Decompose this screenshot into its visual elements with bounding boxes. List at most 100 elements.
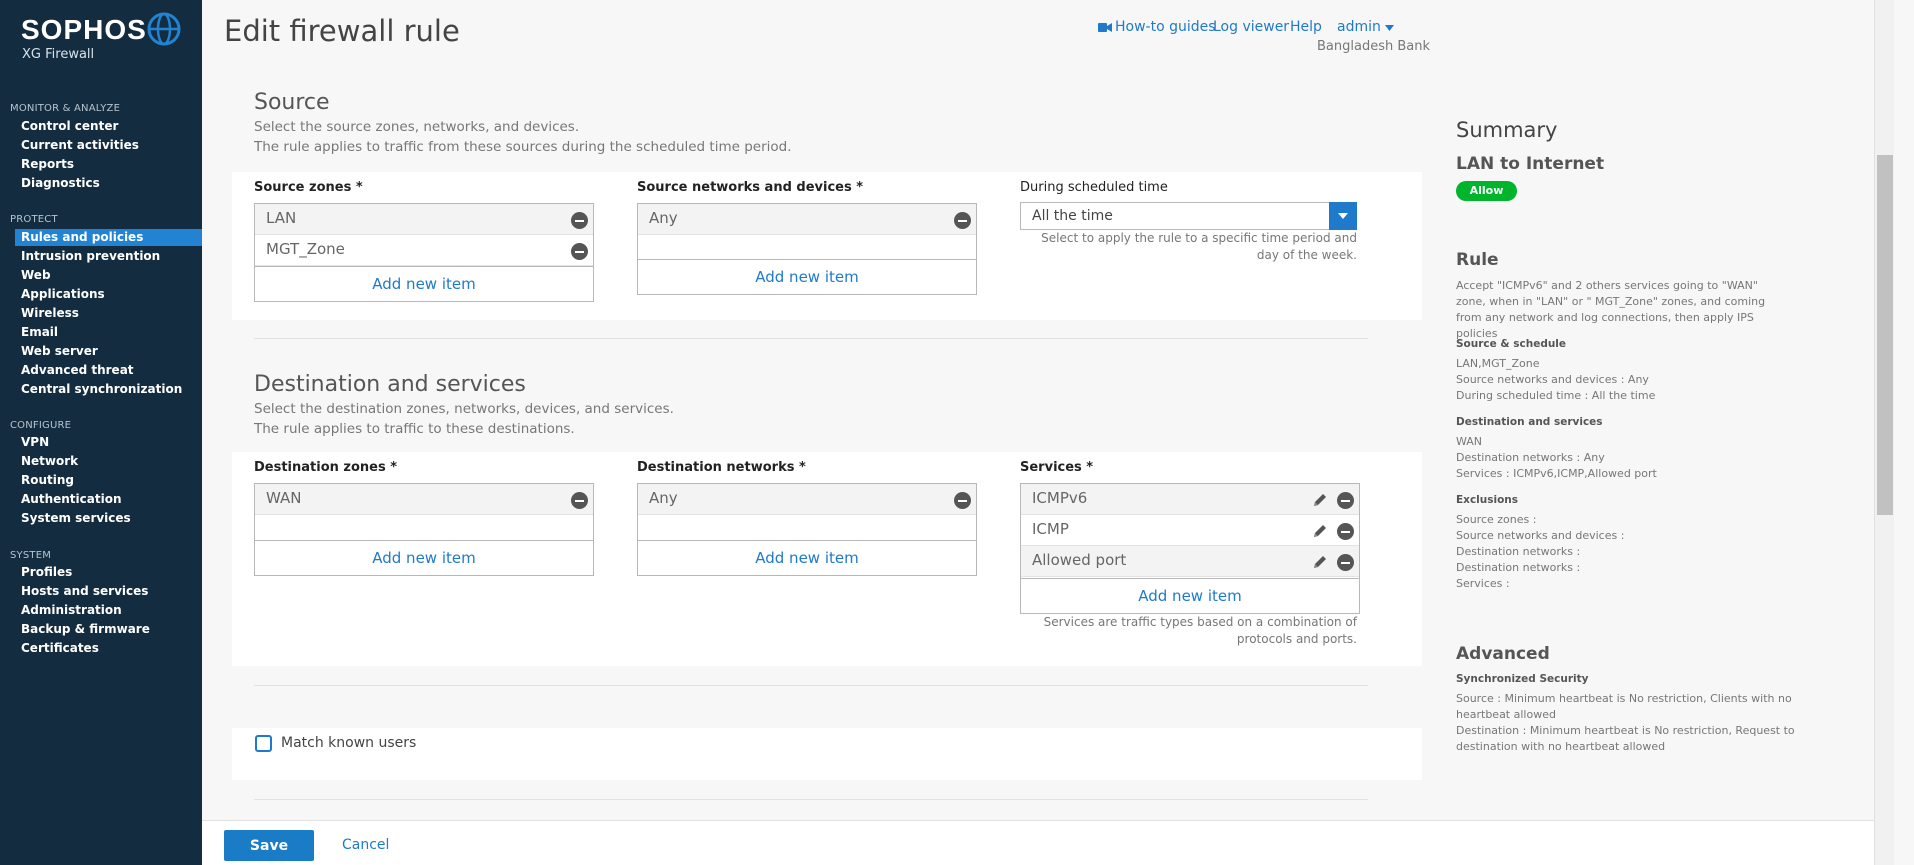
summary-line: Destination networks : Any xyxy=(1456,451,1605,464)
summary-line: Source zones : xyxy=(1456,513,1537,526)
summary-line: Destination networks : xyxy=(1456,561,1581,574)
footer-bar: Save Cancel xyxy=(202,820,1894,865)
divider xyxy=(254,338,1368,339)
sidebar-item-administration[interactable]: Administration xyxy=(15,602,202,619)
service-label: Allowed port xyxy=(1032,551,1127,569)
service-label: ICMPv6 xyxy=(1032,489,1088,507)
list-item: LAN xyxy=(255,204,593,235)
network-label: Any xyxy=(649,209,678,227)
hint-line-2: day of the week. xyxy=(1256,248,1357,262)
help-link[interactable]: Help xyxy=(1290,19,1322,35)
destination-zones-label: Destination zones * xyxy=(254,460,398,475)
sidebar-item-email[interactable]: Email xyxy=(15,324,202,341)
scrollbar-thumb[interactable] xyxy=(1877,155,1893,515)
brand-name: SOPHOS xyxy=(21,14,147,45)
hint-line-1: Services are traffic types based on a co… xyxy=(1043,615,1357,629)
remove-icon[interactable] xyxy=(1337,523,1354,540)
list-item: Allowed port xyxy=(1021,546,1359,577)
section-configure-title: CONFIGURE xyxy=(10,420,72,431)
exclusions-heading: Exclusions xyxy=(1456,494,1519,506)
remove-icon[interactable] xyxy=(571,212,588,229)
sidebar-item-diagnostics[interactable]: Diagnostics xyxy=(15,175,202,192)
source-desc-1: Select the source zones, networks, and d… xyxy=(254,119,580,135)
add-source-network-button[interactable]: Add new item xyxy=(638,259,976,294)
sidebar-item-control-center[interactable]: Control center xyxy=(15,118,202,135)
summary-title: Summary xyxy=(1456,118,1558,142)
rule-text: Accept "ICMPv6" and 2 others services go… xyxy=(1456,279,1766,340)
match-known-users-checkbox[interactable] xyxy=(255,735,272,752)
source-networks-list: Any Add new item xyxy=(637,203,977,295)
sidebar-item-intrusion-prevention[interactable]: Intrusion prevention xyxy=(15,248,202,265)
summary-line: heartbeat allowed xyxy=(1456,708,1556,721)
sidebar-item-current-activities[interactable]: Current activities xyxy=(15,137,202,154)
source-desc-2: The rule applies to traffic from these s… xyxy=(254,139,792,155)
sidebar-item-system-services[interactable]: System services xyxy=(15,510,202,527)
remove-icon[interactable] xyxy=(954,212,971,229)
summary-line: Destination networks : xyxy=(1456,545,1581,558)
add-source-zone-button[interactable]: Add new item xyxy=(255,266,593,301)
list-item: Any xyxy=(638,484,976,515)
add-destination-network-button[interactable]: Add new item xyxy=(638,540,976,575)
remove-icon[interactable] xyxy=(571,492,588,509)
remove-icon[interactable] xyxy=(1337,492,1354,509)
chevron-down-icon[interactable] xyxy=(1329,202,1357,230)
page-header: Edit firewall rule How-to guides Log vie… xyxy=(202,0,1438,70)
sidebar-item-web[interactable]: Web xyxy=(15,267,202,284)
destination-desc-1: Select the destination zones, networks, … xyxy=(254,401,674,417)
pencil-icon[interactable] xyxy=(1311,522,1329,540)
sidebar-item-reports[interactable]: Reports xyxy=(15,156,202,173)
divider xyxy=(254,799,1368,800)
summary-line: destination with no heartbeat allowed xyxy=(1456,740,1666,753)
cancel-link[interactable]: Cancel xyxy=(342,837,389,853)
remove-icon[interactable] xyxy=(571,243,588,260)
divider xyxy=(254,685,1368,686)
sidebar-item-certificates[interactable]: Certificates xyxy=(15,640,202,657)
sidebar-item-network[interactable]: Network xyxy=(15,453,202,470)
save-button[interactable]: Save xyxy=(224,830,314,861)
add-service-button[interactable]: Add new item xyxy=(1021,578,1359,613)
action-badge: Allow xyxy=(1456,181,1517,201)
sidebar-item-web-server[interactable]: Web server xyxy=(15,343,202,360)
sidebar-item-rules-and-policies[interactable]: Rules and policies xyxy=(15,229,202,246)
page-title: Edit firewall rule xyxy=(224,14,460,48)
page-scrollbar[interactable] xyxy=(1874,0,1894,865)
sidebar-item-backup-firmware[interactable]: Backup & firmware xyxy=(15,621,202,638)
sync-lines: Source : Minimum heartbeat is No restric… xyxy=(1456,691,1796,755)
summary-line: Destination : Minimum heartbeat is No re… xyxy=(1456,724,1795,737)
admin-label: admin xyxy=(1337,19,1381,35)
remove-icon[interactable] xyxy=(1337,554,1354,571)
add-destination-zone-button[interactable]: Add new item xyxy=(255,540,593,575)
pencil-icon[interactable] xyxy=(1311,553,1329,571)
list-item: Any xyxy=(638,204,976,235)
source-networks-label: Source networks and devices * xyxy=(637,180,864,195)
destination-networks-list: Any Add new item xyxy=(637,483,977,576)
sidebar-item-profiles[interactable]: Profiles xyxy=(15,564,202,581)
summary-line: Source networks and devices : Any xyxy=(1456,373,1649,386)
sidebar-item-hosts-and-services[interactable]: Hosts and services xyxy=(15,583,202,600)
match-known-users-label[interactable]: Match known users xyxy=(281,735,416,751)
sidebar: SOPHOS XG Firewall MONITOR & ANALYZE Con… xyxy=(0,0,202,865)
sidebar-item-applications[interactable]: Applications xyxy=(15,286,202,303)
source-zones-label: Source zones * xyxy=(254,180,363,195)
video-camera-icon xyxy=(1098,23,1112,32)
log-viewer-link[interactable]: Log viewer xyxy=(1213,19,1289,35)
how-to-guides-link[interactable]: How-to guides xyxy=(1115,19,1216,35)
zone-label: MGT_Zone xyxy=(266,240,345,258)
summary-panel: Summary LAN to Internet Allow Rule Accep… xyxy=(1438,0,1894,865)
remove-icon[interactable] xyxy=(954,492,971,509)
sidebar-item-routing[interactable]: Routing xyxy=(15,472,202,489)
sidebar-item-vpn[interactable]: VPN xyxy=(15,434,202,451)
summary-line: Source networks and devices : xyxy=(1456,529,1625,542)
sidebar-item-wireless[interactable]: Wireless xyxy=(15,305,202,322)
sophos-logo[interactable]: SOPHOS XG Firewall xyxy=(21,12,191,62)
admin-menu[interactable]: admin xyxy=(1337,19,1395,35)
sidebar-item-advanced-threat[interactable]: Advanced threat xyxy=(15,362,202,379)
section-protect-title: PROTECT xyxy=(10,214,58,225)
network-label: Any xyxy=(649,489,678,507)
source-schedule-heading: Source & schedule xyxy=(1456,338,1567,350)
pencil-icon[interactable] xyxy=(1311,491,1329,509)
sidebar-item-authentication[interactable]: Authentication xyxy=(15,491,202,508)
source-zones-list: LAN MGT_Zone Add new item xyxy=(254,203,594,302)
scheduled-time-select[interactable]: All the time xyxy=(1020,202,1357,230)
sidebar-item-central-synchronization[interactable]: Central synchronization xyxy=(15,381,202,398)
